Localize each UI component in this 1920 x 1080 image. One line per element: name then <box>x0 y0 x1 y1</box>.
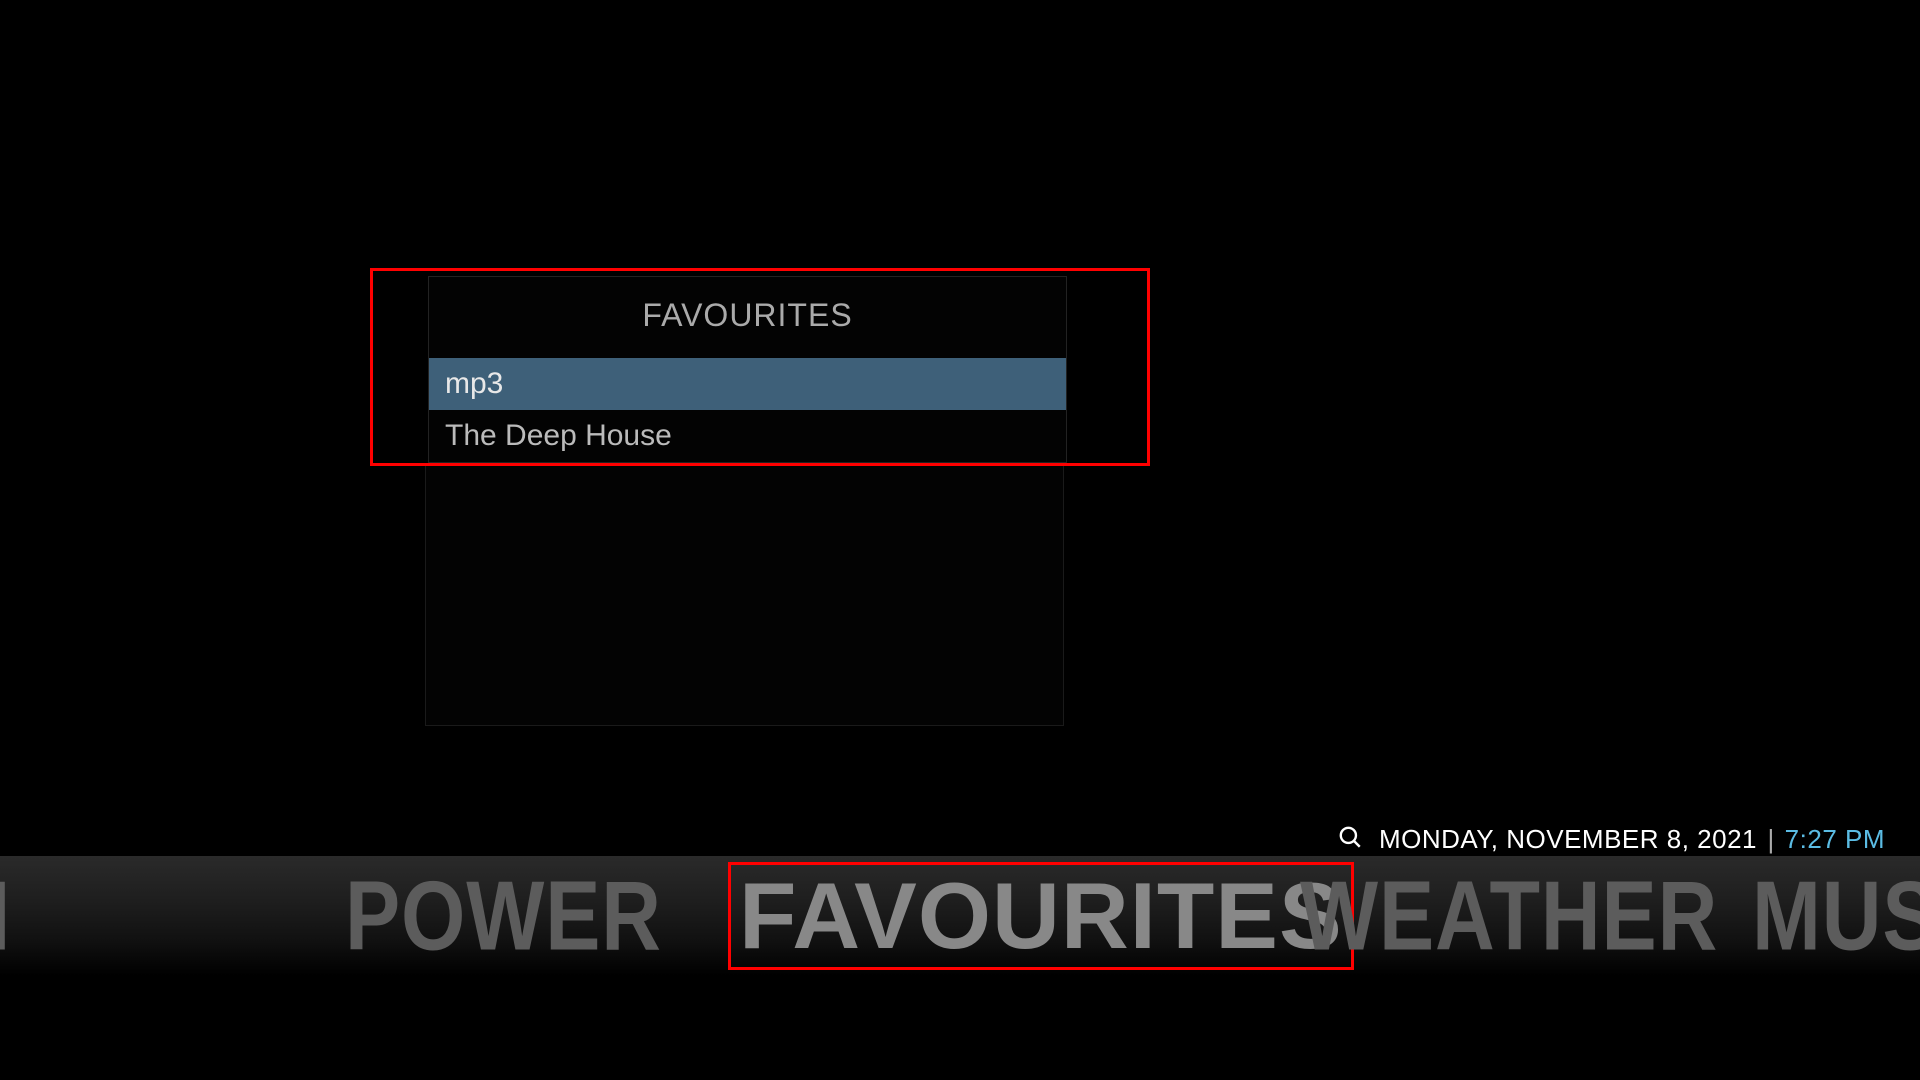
status-date: MONDAY, NOVEMBER 8, 2021 <box>1379 824 1757 854</box>
menu-item-weather[interactable]: WEATHER <box>1300 867 1718 966</box>
favourites-item-mp3[interactable]: mp3 <box>429 358 1066 410</box>
panel-title: FAVOURITES <box>429 277 1066 358</box>
menu-item-favourites[interactable]: FAVOURITES <box>739 863 1343 968</box>
favourites-panel-lower <box>425 466 1064 726</box>
favourites-panel-wrapper: FAVOURITES mp3 The Deep House <box>370 268 1150 726</box>
annotation-box-menu: FAVOURITES <box>728 862 1354 970</box>
favourites-panel: FAVOURITES mp3 The Deep House <box>428 276 1067 463</box>
status-time: 7:27 PM <box>1785 824 1885 854</box>
menu-item-music-partial[interactable]: MUSIC <box>1752 867 1920 966</box>
search-icon[interactable] <box>1337 824 1363 855</box>
status-separator: | <box>1767 824 1774 854</box>
menu-item-power[interactable]: POWER <box>345 867 662 966</box>
annotation-box-panel: FAVOURITES mp3 The Deep House <box>370 268 1150 466</box>
main-menu: CH POWER FAVOURITES WEATHER MUSIC <box>0 856 1920 976</box>
status-bar: MONDAY, NOVEMBER 8, 2021 | 7:27 PM <box>0 824 1920 854</box>
menu-item-search-partial[interactable]: CH <box>0 867 11 966</box>
favourites-item-deep-house[interactable]: The Deep House <box>429 410 1066 462</box>
